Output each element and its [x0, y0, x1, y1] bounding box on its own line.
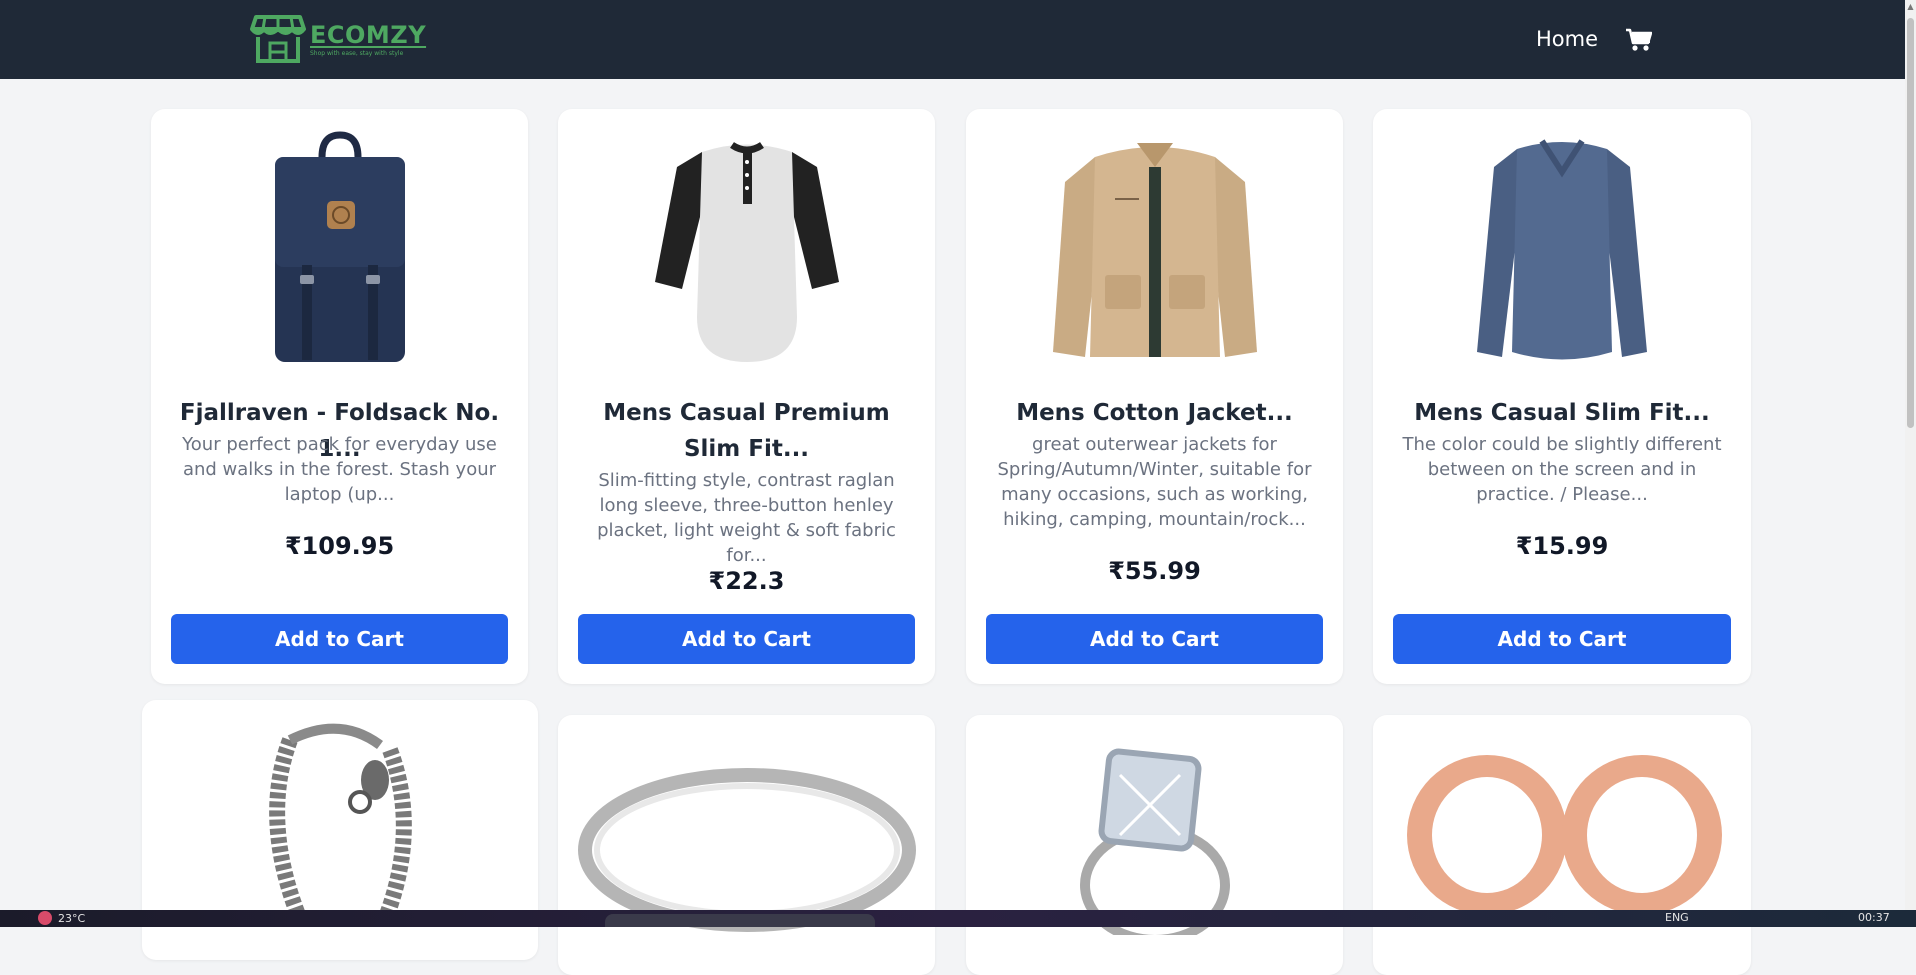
add-to-cart-button[interactable]: Add to Cart [986, 614, 1323, 664]
product-price: ₹55.99 [1108, 557, 1201, 585]
product-card [966, 715, 1343, 975]
shopping-cart-icon[interactable] [1626, 28, 1653, 56]
product-image-long-sleeve-tee[interactable] [1373, 127, 1751, 367]
product-card: Mens Cotton Jacket... great outerwear ja… [966, 109, 1343, 684]
product-price: ₹15.99 [1515, 532, 1609, 560]
brand-name: ECOMZY [310, 21, 427, 49]
product-title[interactable]: Mens Casual Premium Slim Fit... [578, 395, 915, 467]
add-to-cart-button[interactable]: Add to Cart [171, 614, 508, 664]
page-scrollbar[interactable]: ▲ ▼ [1905, 0, 1916, 927]
brand-tagline: Shop with ease, stay with style [310, 50, 404, 57]
top-navbar: ECOMZY Shop with ease, stay with style H… [0, 0, 1905, 79]
product-image-tunnel-plugs[interactable] [1373, 735, 1751, 935]
product-title[interactable]: Mens Casual Slim Fit... [1393, 395, 1731, 431]
taskbar-language[interactable]: ENG [1665, 911, 1689, 924]
product-description: Slim-fitting style, contrast raglan long… [597, 470, 896, 566]
brand-logo[interactable]: ECOMZY Shop with ease, stay with style [250, 13, 426, 65]
add-to-cart-button[interactable]: Add to Cart [1393, 614, 1731, 664]
product-card: Mens Casual Premium Slim Fit... Slim-fit… [558, 109, 935, 684]
product-image-silver-ring[interactable] [558, 735, 935, 935]
product-card: Fjallraven - Foldsack No. 1... Your perf… [151, 109, 528, 684]
product-card [1373, 715, 1751, 975]
product-image-cotton-jacket[interactable] [966, 127, 1343, 367]
product-description: The color could be slightly different be… [1402, 434, 1722, 505]
taskbar-weather[interactable]: 23°C [38, 911, 85, 925]
weather-temp: 23°C [58, 911, 86, 925]
taskbar-search[interactable] [605, 914, 875, 927]
product-image-backpack[interactable] [151, 127, 528, 367]
taskbar-clock[interactable]: 00:37 [1858, 911, 1890, 924]
product-card: Mens Casual Slim Fit... The color could … [1373, 109, 1751, 684]
product-description: Your perfect pack for everyday use and w… [182, 434, 497, 505]
nav-home-link[interactable]: Home [1536, 25, 1598, 53]
product-title[interactable]: Mens Cotton Jacket... [986, 395, 1323, 431]
store-icon [250, 13, 306, 65]
os-taskbar: 23°C ENG 00:37 [0, 910, 1916, 927]
product-description: great outerwear jackets for Spring/Autum… [997, 434, 1312, 530]
scrollbar-thumb[interactable] [1907, 18, 1914, 428]
product-image-henley-shirt[interactable] [558, 127, 935, 367]
product-card [558, 715, 935, 975]
product-price: ₹22.3 [708, 567, 785, 595]
scroll-up-arrow-icon[interactable]: ▲ [1906, 2, 1915, 12]
add-to-cart-button[interactable]: Add to Cart [578, 614, 915, 664]
product-image-bracelet[interactable] [142, 720, 538, 920]
product-price: ₹109.95 [284, 532, 395, 560]
weather-icon [38, 911, 52, 925]
product-image-diamond-ring[interactable] [966, 735, 1343, 935]
